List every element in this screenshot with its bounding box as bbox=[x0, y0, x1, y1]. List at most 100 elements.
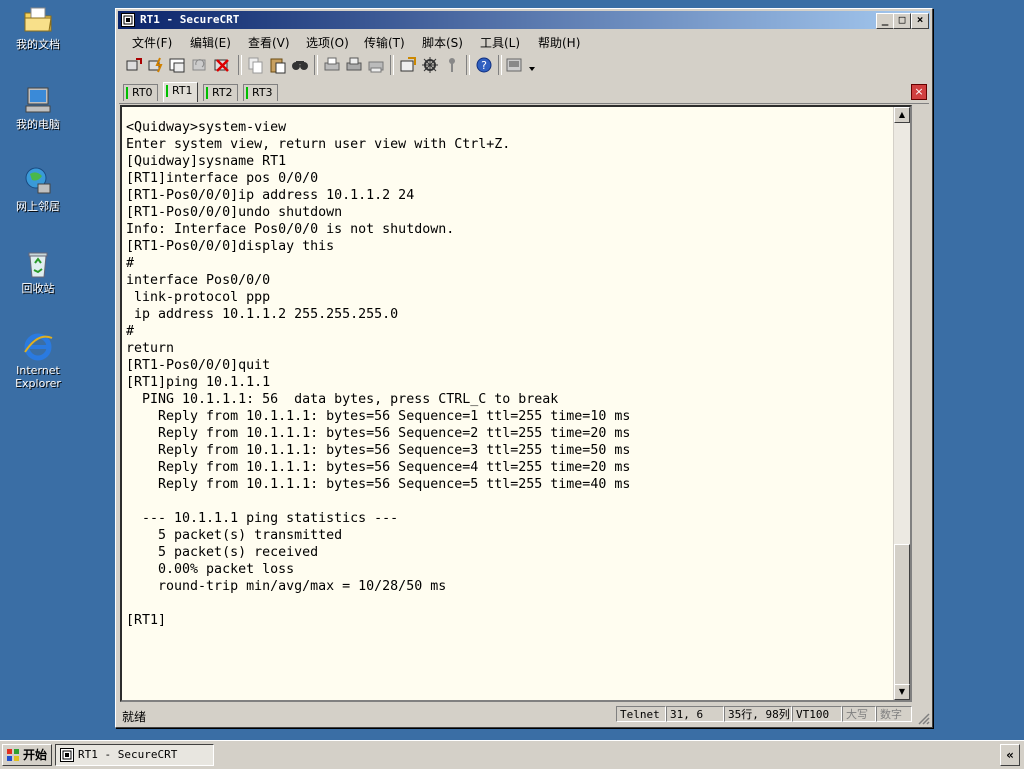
terminal-line: Reply from 10.1.1.1: bytes=56 Sequence=4… bbox=[126, 460, 631, 475]
terminal-line: Reply from 10.1.1.1: bytes=56 Sequence=2… bbox=[126, 426, 631, 441]
network-icon bbox=[25, 167, 51, 194]
toolbar-separator bbox=[238, 55, 242, 75]
connect-icon[interactable] bbox=[124, 55, 144, 75]
toolbar: ? bbox=[122, 53, 542, 79]
title-bar[interactable]: RT1 - SecureCRT _ □ × bbox=[118, 11, 930, 29]
tab-rt1[interactable]: RT1 bbox=[163, 82, 198, 102]
terminal-line: ip address 10.1.1.2 255.255.255.0 bbox=[126, 307, 399, 322]
menu-help[interactable]: 帮助(H) bbox=[538, 34, 580, 51]
session-tab-bar: RT0 RT1 RT2 RT3 × bbox=[119, 81, 929, 104]
print-setup-icon[interactable] bbox=[322, 55, 342, 75]
terminal-output: <Quidway>system-view Enter system view, r… bbox=[126, 119, 630, 629]
terminal-line: PING 10.1.1.1: 56 data bytes, press CTRL… bbox=[126, 392, 559, 407]
keymap-icon[interactable] bbox=[442, 55, 462, 75]
paste-icon[interactable] bbox=[268, 55, 288, 75]
scroll-up-button[interactable]: ▲ bbox=[894, 107, 910, 123]
tab-status-indicator bbox=[206, 87, 208, 99]
terminal-line: [RT1-Pos0/0/0]display this bbox=[126, 239, 335, 254]
terminal-line: --- 10.1.1.1 ping statistics --- bbox=[126, 511, 399, 526]
menu-tools[interactable]: 工具(L) bbox=[480, 34, 520, 51]
toolbar-separator bbox=[314, 55, 318, 75]
status-bar: 就绪 Telnet 31, 6 35行, 98列 VT100 大写 数字 bbox=[118, 705, 930, 725]
terminal-line: [RT1-Pos0/0/0]ip address 10.1.1.2 24 bbox=[126, 188, 415, 203]
close-tab-button[interactable]: × bbox=[911, 84, 927, 100]
status-terminal-size: 35行, 98列 bbox=[724, 706, 792, 722]
scroll-thumb[interactable] bbox=[894, 544, 910, 687]
menu-transfer[interactable]: 传输(T) bbox=[364, 34, 405, 51]
resize-grip-icon[interactable] bbox=[916, 711, 930, 725]
desktop-icon-label: 我的文档 bbox=[16, 38, 60, 51]
terminal-line: return bbox=[126, 341, 175, 356]
desktop-icon-label: 回收站 bbox=[21, 282, 55, 295]
toolbar-separator bbox=[390, 55, 394, 75]
start-button[interactable]: 开始 bbox=[2, 744, 52, 766]
status-text: 就绪 bbox=[122, 710, 147, 724]
maximize-button[interactable]: □ bbox=[893, 13, 911, 29]
desktop-icon-network[interactable]: 网上邻居 bbox=[6, 166, 70, 213]
menu-file[interactable]: 文件(F) bbox=[132, 34, 172, 51]
scroll-down-button[interactable]: ▼ bbox=[894, 684, 910, 700]
copy-icon[interactable] bbox=[246, 55, 266, 75]
session-options-icon[interactable] bbox=[398, 55, 418, 75]
quick-connect-icon[interactable] bbox=[146, 55, 166, 75]
terminal-line: [RT1-Pos0/0/0]undo shutdown bbox=[126, 205, 343, 220]
global-options-icon[interactable] bbox=[420, 55, 440, 75]
find-icon[interactable] bbox=[290, 55, 310, 75]
desktop-icon-internet-explorer[interactable]: Internet Explorer bbox=[6, 330, 70, 390]
tab-label: RT2 bbox=[212, 86, 233, 99]
about-icon[interactable] bbox=[504, 55, 524, 75]
terminal-line: [Quidway]sysname RT1 bbox=[126, 154, 287, 169]
menu-options[interactable]: 选项(O) bbox=[306, 34, 349, 51]
terminal-line: [RT1-Pos0/0/0]quit bbox=[126, 358, 271, 373]
desktop-icon-label: 我的电脑 bbox=[16, 118, 60, 131]
reconnect-icon[interactable] bbox=[190, 55, 210, 75]
minimize-button[interactable]: _ bbox=[876, 13, 894, 29]
terminal-line: # bbox=[126, 324, 135, 339]
securecrt-app-icon bbox=[121, 13, 135, 27]
start-label: 开始 bbox=[23, 748, 48, 762]
toolbar-separator bbox=[498, 55, 502, 75]
terminal-line: Reply from 10.1.1.1: bytes=56 Sequence=3… bbox=[126, 443, 631, 458]
tray-expand-button[interactable]: « bbox=[1000, 744, 1020, 766]
securecrt-app-icon bbox=[60, 748, 74, 762]
taskbar-item-securecrt[interactable]: RT1 - SecureCRT bbox=[55, 744, 214, 766]
tab-rt2[interactable]: RT2 bbox=[203, 84, 238, 101]
terminal-line: # bbox=[126, 256, 135, 271]
desktop-icon-recycle-bin[interactable]: 回收站 bbox=[6, 248, 70, 295]
terminal-line: interface Pos0/0/0 bbox=[126, 273, 271, 288]
folder-icon bbox=[24, 7, 52, 32]
tab-rt0[interactable]: RT0 bbox=[123, 84, 158, 101]
terminal-line: Info: Interface Pos0/0/0 is not shutdown… bbox=[126, 222, 455, 237]
terminal-line: [RT1] bbox=[126, 613, 167, 628]
disconnect-icon[interactable] bbox=[212, 55, 232, 75]
terminal-line: link-protocol ppp bbox=[126, 290, 271, 305]
desktop-icon-my-documents[interactable]: 我的文档 bbox=[6, 4, 70, 51]
terminal-line: Reply from 10.1.1.1: bytes=56 Sequence=5… bbox=[126, 477, 631, 492]
terminal-line: 5 packet(s) received bbox=[126, 545, 319, 560]
vertical-scrollbar[interactable]: ▲ ▼ bbox=[893, 107, 910, 700]
menu-edit[interactable]: 编辑(E) bbox=[190, 34, 231, 51]
tab-label: RT1 bbox=[172, 84, 193, 97]
tab-status-indicator bbox=[126, 87, 128, 99]
tab-label: RT0 bbox=[132, 86, 153, 99]
menu-view[interactable]: 查看(V) bbox=[248, 34, 290, 51]
menu-script[interactable]: 脚本(S) bbox=[422, 34, 463, 51]
desktop-icon-my-computer[interactable]: 我的电脑 bbox=[6, 84, 70, 131]
computer-icon bbox=[25, 87, 51, 113]
status-cursor-position: 31, 6 bbox=[666, 706, 724, 722]
close-button[interactable]: × bbox=[911, 13, 929, 29]
terminal-area[interactable]: <Quidway>system-view Enter system view, r… bbox=[120, 105, 912, 702]
terminal-line: <Quidway>system-view bbox=[126, 120, 287, 135]
print-screen-icon[interactable] bbox=[366, 55, 386, 75]
terminal-line: round-trip min/avg/max = 10/28/50 ms bbox=[126, 579, 447, 594]
connect-tab-icon[interactable] bbox=[168, 55, 188, 75]
terminal-line: Reply from 10.1.1.1: bytes=56 Sequence=1… bbox=[126, 409, 631, 424]
help-icon[interactable]: ? bbox=[474, 55, 494, 75]
print-icon[interactable] bbox=[344, 55, 364, 75]
windows-logo-icon bbox=[7, 749, 19, 761]
tab-rt3[interactable]: RT3 bbox=[243, 84, 278, 101]
terminal-line: [RT1]interface pos 0/0/0 bbox=[126, 171, 319, 186]
securecrt-window: RT1 - SecureCRT _ □ × 文件(F) 编辑(E) 查看(V) … bbox=[115, 8, 933, 728]
toolbar-overflow-icon[interactable] bbox=[526, 55, 538, 75]
